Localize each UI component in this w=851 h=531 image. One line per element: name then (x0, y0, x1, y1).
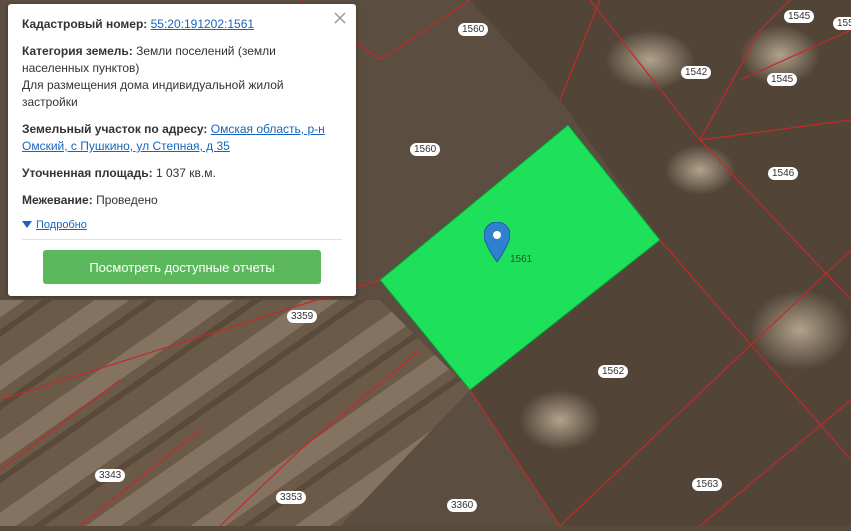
terrain-patch (750, 290, 850, 370)
terrain-patch (520, 390, 600, 450)
survey-label: Межевание: (22, 193, 93, 207)
parcel-label[interactable]: 155 (833, 17, 851, 30)
category-label: Категория земель: (22, 44, 133, 58)
more-details-toggle[interactable]: Подробно (22, 219, 342, 231)
more-details-link[interactable]: Подробно (36, 219, 87, 231)
parcel-label[interactable]: 1562 (598, 365, 629, 378)
parcel-info-popup: Кадастровый номер: 55:20:191202:1561 Кат… (8, 4, 356, 296)
parcel-label[interactable]: 1560 (458, 23, 489, 36)
divider (22, 239, 342, 240)
parcel-label[interactable]: 3359 (287, 310, 318, 323)
terrain-patch (665, 145, 735, 195)
parcel-label[interactable]: 1560 (410, 143, 441, 156)
parcel-label[interactable]: 1542 (681, 66, 712, 79)
parcel-label[interactable]: 1545 (767, 73, 798, 86)
view-reports-button[interactable]: Посмотреть доступные отчеты (43, 250, 321, 284)
map-pin-icon[interactable] (484, 222, 510, 262)
address-label: Земельный участок по адресу: (22, 122, 208, 136)
area-label: Уточненная площадь: (22, 166, 153, 180)
parcel-label[interactable]: 3343 (95, 469, 126, 482)
terrain-patch (605, 30, 695, 90)
address-row: Земельный участок по адресу: Омская обла… (22, 121, 342, 155)
cadastral-number-row: Кадастровый номер: 55:20:191202:1561 (22, 16, 342, 33)
parcel-label[interactable]: 3353 (276, 491, 307, 504)
parcel-label[interactable]: 3360 (447, 499, 478, 512)
parcel-label[interactable]: 1546 (768, 167, 799, 180)
survey-value: Проведено (96, 193, 158, 207)
cadastral-label: Кадастровый номер: (22, 17, 148, 31)
land-category-row: Категория земель: Земли поселений (земли… (22, 43, 342, 111)
parcel-label-selected[interactable]: 1561 (506, 253, 536, 266)
parcel-label[interactable]: 1563 (692, 478, 723, 491)
triangle-down-icon (22, 221, 32, 228)
cadastral-number-link[interactable]: 55:20:191202:1561 (151, 17, 254, 31)
area-row: Уточненная площадь: 1 037 кв.м. (22, 165, 342, 182)
close-icon[interactable] (332, 10, 348, 26)
parcel-label[interactable]: 1545 (784, 10, 815, 23)
category-purpose: Для размещения дома индивидуальной жилой… (22, 78, 284, 109)
survey-row: Межевание: Проведено (22, 192, 342, 209)
area-value: 1 037 кв.м. (155, 166, 216, 180)
